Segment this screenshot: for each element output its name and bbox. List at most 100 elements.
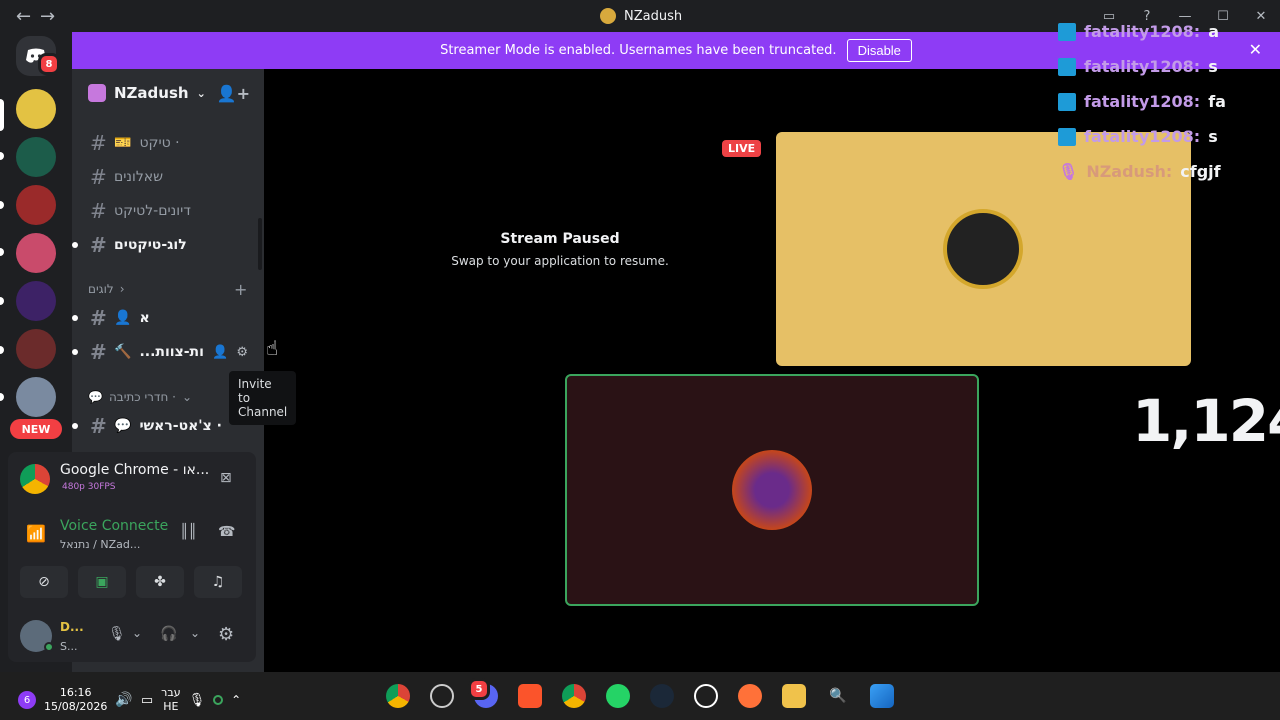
camera-off-button[interactable]: ⊘ bbox=[20, 566, 68, 598]
network-icon[interactable]: ▭ bbox=[141, 693, 153, 708]
microphone-tray-icon[interactable]: 🎙 bbox=[189, 693, 206, 708]
noise-suppression-icon[interactable]: ║║ bbox=[180, 524, 197, 540]
chevron-down-icon[interactable]: ⌄ bbox=[190, 626, 200, 640]
user-settings-gear-icon[interactable]: ⚙ bbox=[218, 624, 234, 645]
tray-expand-icon[interactable]: ⌃ bbox=[231, 693, 241, 707]
channel-item[interactable]: # לוג-טיקטים bbox=[72, 229, 256, 261]
unread-indicator bbox=[72, 349, 78, 355]
server-header[interactable]: NZadush ⌄ 👤+ bbox=[72, 69, 264, 117]
windows-start-icon[interactable] bbox=[870, 684, 894, 708]
chrome-taskbar-icon[interactable] bbox=[562, 684, 586, 708]
user-name: D... bbox=[60, 620, 84, 634]
user-panel: D... S... 🎙 ⌄ 🎧 ⌄ ⚙ bbox=[8, 610, 256, 662]
viewer-counter: 1,124 bbox=[1132, 387, 1280, 455]
channel-item[interactable]: # 👤 א bbox=[72, 302, 256, 334]
chat-message: s bbox=[1208, 57, 1218, 76]
microphone-icon[interactable]: 🎙 bbox=[108, 626, 126, 642]
soundboard-button[interactable]: ♫ bbox=[194, 566, 242, 598]
server-badge-icon bbox=[88, 84, 106, 102]
server-icon[interactable] bbox=[16, 89, 56, 129]
clock[interactable]: 16:16 15/08/2026 bbox=[44, 686, 107, 714]
unread-indicator bbox=[72, 423, 78, 429]
search-taskbar-icon[interactable]: 🔍 bbox=[826, 684, 850, 708]
selected-server-pip bbox=[0, 99, 4, 131]
obs-taskbar-icon[interactable] bbox=[430, 684, 454, 708]
invite-icon[interactable]: 👤 bbox=[212, 345, 228, 360]
chevron-down-icon: ⌄ bbox=[181, 390, 193, 404]
windows-taskbar: 6 16:16 15/08/2026 🔊 ▭ עבר HE 🎙 ⌃ 5 🔍 bbox=[0, 672, 1280, 720]
clock-time: 16:16 bbox=[59, 686, 92, 699]
chat-platform-icon bbox=[1058, 22, 1076, 41]
activities-button[interactable]: ✤ bbox=[136, 566, 184, 598]
server-icon[interactable] bbox=[16, 185, 56, 225]
channel-emoji: 💬 bbox=[114, 418, 132, 434]
chat-username: NZadush: bbox=[1086, 162, 1173, 181]
participant-avatar bbox=[732, 450, 812, 530]
create-channel-icon[interactable]: + bbox=[234, 280, 247, 299]
category-name: חדרי כתיבה · bbox=[108, 390, 176, 404]
hash-icon: # bbox=[90, 233, 107, 257]
chrome-taskbar-icon[interactable] bbox=[386, 684, 410, 708]
language-indicator[interactable]: עבר HE bbox=[161, 686, 180, 714]
screen-share-button[interactable]: ▣ bbox=[78, 566, 126, 598]
hash-icon: # bbox=[90, 340, 107, 364]
disable-streamer-mode-button[interactable]: Disable bbox=[846, 39, 912, 62]
speaker-icon[interactable]: 🔊 bbox=[115, 692, 132, 708]
whatsapp-taskbar-icon[interactable] bbox=[606, 684, 630, 708]
chat-overlay: fatality1208: a fatality1208: s fatality… bbox=[1058, 14, 1280, 189]
channel-item[interactable]: # 🔨 ...ות-צוות 👤 ⚙ bbox=[72, 336, 256, 368]
server-icon[interactable] bbox=[16, 329, 56, 369]
window-title: NZadush bbox=[600, 8, 682, 24]
chat-line: fatality1208: fa bbox=[1058, 84, 1280, 119]
tray-status-icon[interactable] bbox=[213, 695, 224, 705]
online-status-dot bbox=[44, 642, 54, 652]
headphones-icon[interactable]: 🎧 bbox=[160, 626, 177, 642]
add-member-icon[interactable]: 👤+ bbox=[217, 84, 250, 103]
category-logs[interactable]: לוגים › + bbox=[88, 280, 258, 299]
invite-tooltip: Invite to Channel bbox=[229, 371, 297, 425]
server-icon[interactable] bbox=[16, 377, 56, 417]
server-icon[interactable] bbox=[16, 137, 56, 177]
channel-name: לוג-טיקטים bbox=[114, 237, 187, 253]
discord-taskbar-badge: 5 bbox=[468, 678, 490, 700]
back-arrow-icon[interactable]: ← bbox=[16, 6, 31, 27]
chat-line: fatality1208: a bbox=[1058, 14, 1280, 49]
home-notification-badge: 8 bbox=[38, 53, 60, 75]
notification-count[interactable]: 6 bbox=[18, 691, 36, 709]
settings-gear-icon[interactable]: ⚙ bbox=[236, 345, 248, 360]
channel-item[interactable]: # שאלונים bbox=[80, 161, 256, 193]
signal-icon[interactable]: 📶 bbox=[26, 524, 46, 543]
channel-item[interactable]: # 🎫 טיקט · bbox=[80, 127, 256, 159]
server-unread-pip bbox=[0, 393, 4, 401]
server-avatar-icon bbox=[600, 8, 616, 24]
server-icon[interactable] bbox=[16, 233, 56, 273]
channel-name: א bbox=[139, 310, 150, 326]
chat-message: cfgjf bbox=[1180, 162, 1221, 181]
voice-status: Voice Connecte bbox=[60, 518, 169, 534]
server-icon[interactable] bbox=[16, 281, 56, 321]
taskbar-tray: 6 16:16 15/08/2026 🔊 ▭ עבר HE 🎙 ⌃ bbox=[18, 686, 241, 714]
steelseries-taskbar-icon[interactable] bbox=[694, 684, 718, 708]
speech-bubble-icon: 💬 bbox=[88, 390, 103, 404]
window-title-text: NZadush bbox=[624, 8, 683, 24]
voice-location[interactable]: נתנאל / NZad... bbox=[60, 538, 140, 551]
file-explorer-taskbar-icon[interactable] bbox=[782, 684, 806, 708]
activities-icon: ✤ bbox=[154, 574, 166, 590]
firefox-taskbar-icon[interactable] bbox=[738, 684, 762, 708]
chevron-down-icon[interactable]: ⌄ bbox=[132, 626, 142, 640]
hash-icon: # bbox=[90, 414, 107, 438]
channel-scrollbar[interactable] bbox=[258, 218, 262, 270]
chat-message: a bbox=[1208, 22, 1219, 41]
new-servers-pill[interactable]: NEW bbox=[10, 419, 62, 439]
server-unread-pip bbox=[0, 248, 4, 256]
brave-taskbar-icon[interactable] bbox=[518, 684, 542, 708]
steam-taskbar-icon[interactable] bbox=[650, 684, 674, 708]
participant-tile[interactable] bbox=[565, 374, 979, 606]
channel-name: ...ות-צוות bbox=[139, 344, 204, 360]
channel-item[interactable]: # דיונים-לטיקט bbox=[80, 195, 256, 227]
disconnect-icon[interactable]: ☎ bbox=[218, 524, 235, 540]
chat-platform-icon bbox=[1058, 127, 1076, 146]
server-name: NZadush bbox=[114, 84, 189, 102]
forward-arrow-icon[interactable]: → bbox=[40, 6, 55, 27]
stop-stream-icon[interactable]: ⊠ bbox=[220, 470, 232, 486]
